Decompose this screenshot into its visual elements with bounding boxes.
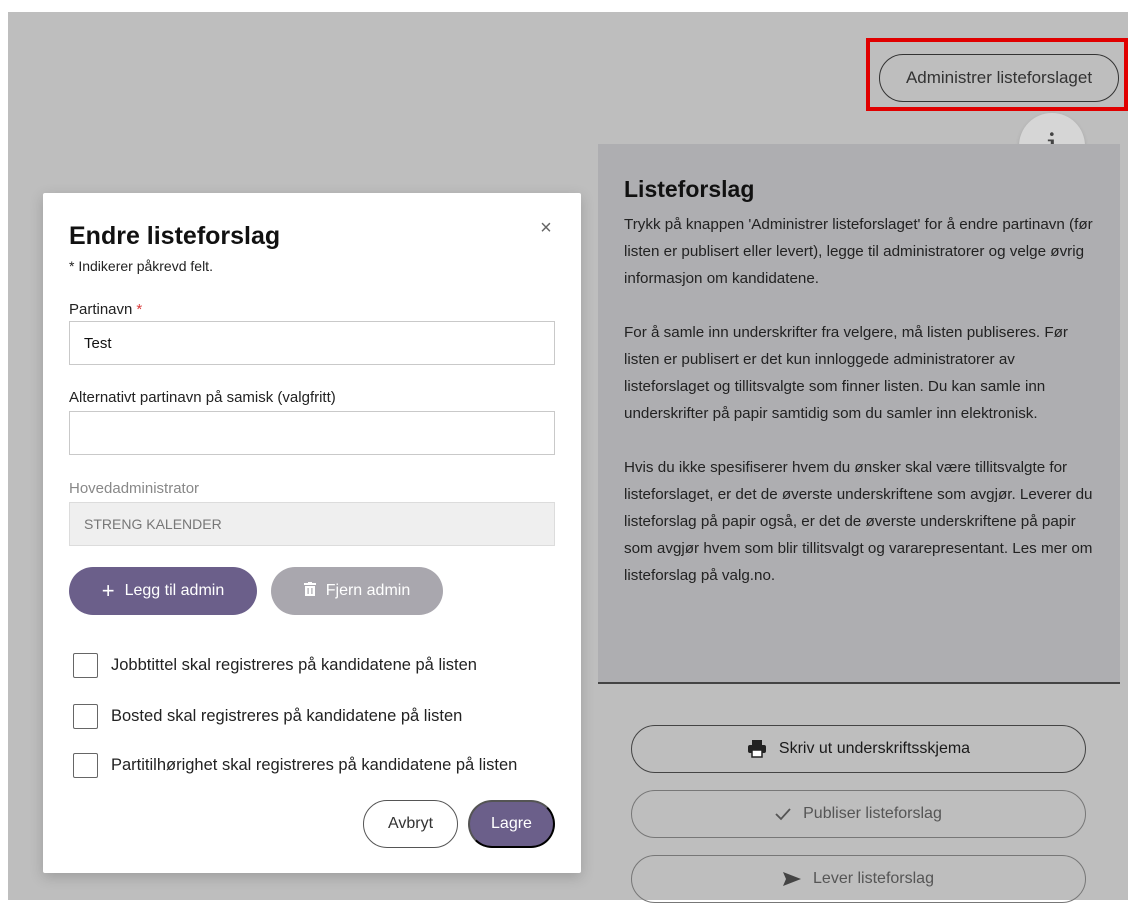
submit-label: Lever listeforslag [813, 870, 934, 887]
info-paragraph: Hvis du ikke spesifiserer hvem du ønsker… [624, 459, 1093, 584]
publish-list-button[interactable]: Publiser listeforslag [631, 790, 1086, 838]
submit-list-button[interactable]: Lever listeforslag [631, 855, 1086, 903]
checkbox-label: Partitilhørighet skal registreres på kan… [111, 756, 518, 774]
checkbox-label: Bosted skal registreres på kandidatene p… [111, 707, 463, 725]
administer-list-button[interactable]: Administrer listeforslaget [879, 54, 1119, 102]
divider [598, 682, 1120, 684]
sami-name-input[interactable] [69, 411, 555, 455]
checkbox[interactable] [73, 653, 98, 678]
add-admin-label: Legg til admin [124, 582, 225, 599]
checkbox[interactable] [73, 704, 98, 729]
trash-icon [303, 581, 316, 601]
remove-admin-label: Fjern admin [325, 582, 411, 599]
printer-icon [747, 740, 767, 758]
save-button[interactable]: Lagre [468, 800, 555, 848]
remove-admin-button[interactable]: Fjern admin [271, 567, 443, 615]
print-signature-form-button[interactable]: Skriv ut underskriftsskjema [631, 725, 1086, 773]
close-icon[interactable]: × [535, 217, 557, 239]
sami-name-label: Alternativt partinavn på samisk (valgfri… [69, 389, 336, 406]
required-note: * Indikerer påkrevd felt. [69, 258, 213, 274]
party-name-input[interactable] [69, 321, 555, 365]
checkmark-icon [775, 807, 791, 821]
main-admin-field: STRENG KALENDER [69, 502, 555, 546]
party-name-label: Partinavn * [69, 301, 143, 318]
send-icon [783, 872, 802, 886]
publish-label: Publiser listeforslag [803, 805, 942, 822]
dialog-title: Endre listeforslag [69, 222, 281, 250]
checkbox-residence[interactable]: Bosted skal registreres på kandidatene p… [73, 704, 462, 729]
checkbox-job-title[interactable]: Jobbtittel skal registreres på kandidate… [73, 653, 477, 678]
edit-list-dialog: Endre listeforslag × * Indikerer påkrevd… [43, 193, 581, 873]
add-admin-button[interactable]: + Legg til admin [69, 567, 257, 615]
checkbox-label: Jobbtittel skal registreres på kandidate… [111, 656, 477, 674]
print-label: Skriv ut underskriftsskjema [778, 740, 971, 757]
info-paragraph: For å samle inn underskrifter fra velger… [624, 324, 1068, 422]
main-admin-label: Hovedadministrator [69, 480, 200, 497]
plus-icon: + [101, 578, 115, 603]
cancel-button[interactable]: Avbryt [363, 800, 458, 848]
info-panel: Listeforslag Trykk på knappen 'Administr… [598, 144, 1120, 682]
info-paragraph: Trykk på knappen 'Administrer listeforsl… [624, 216, 1093, 287]
info-panel-title: Listeforslag [624, 176, 755, 202]
checkbox[interactable] [73, 753, 98, 778]
checkbox-party-affiliation[interactable]: Partitilhørighet skal registreres på kan… [73, 753, 517, 778]
